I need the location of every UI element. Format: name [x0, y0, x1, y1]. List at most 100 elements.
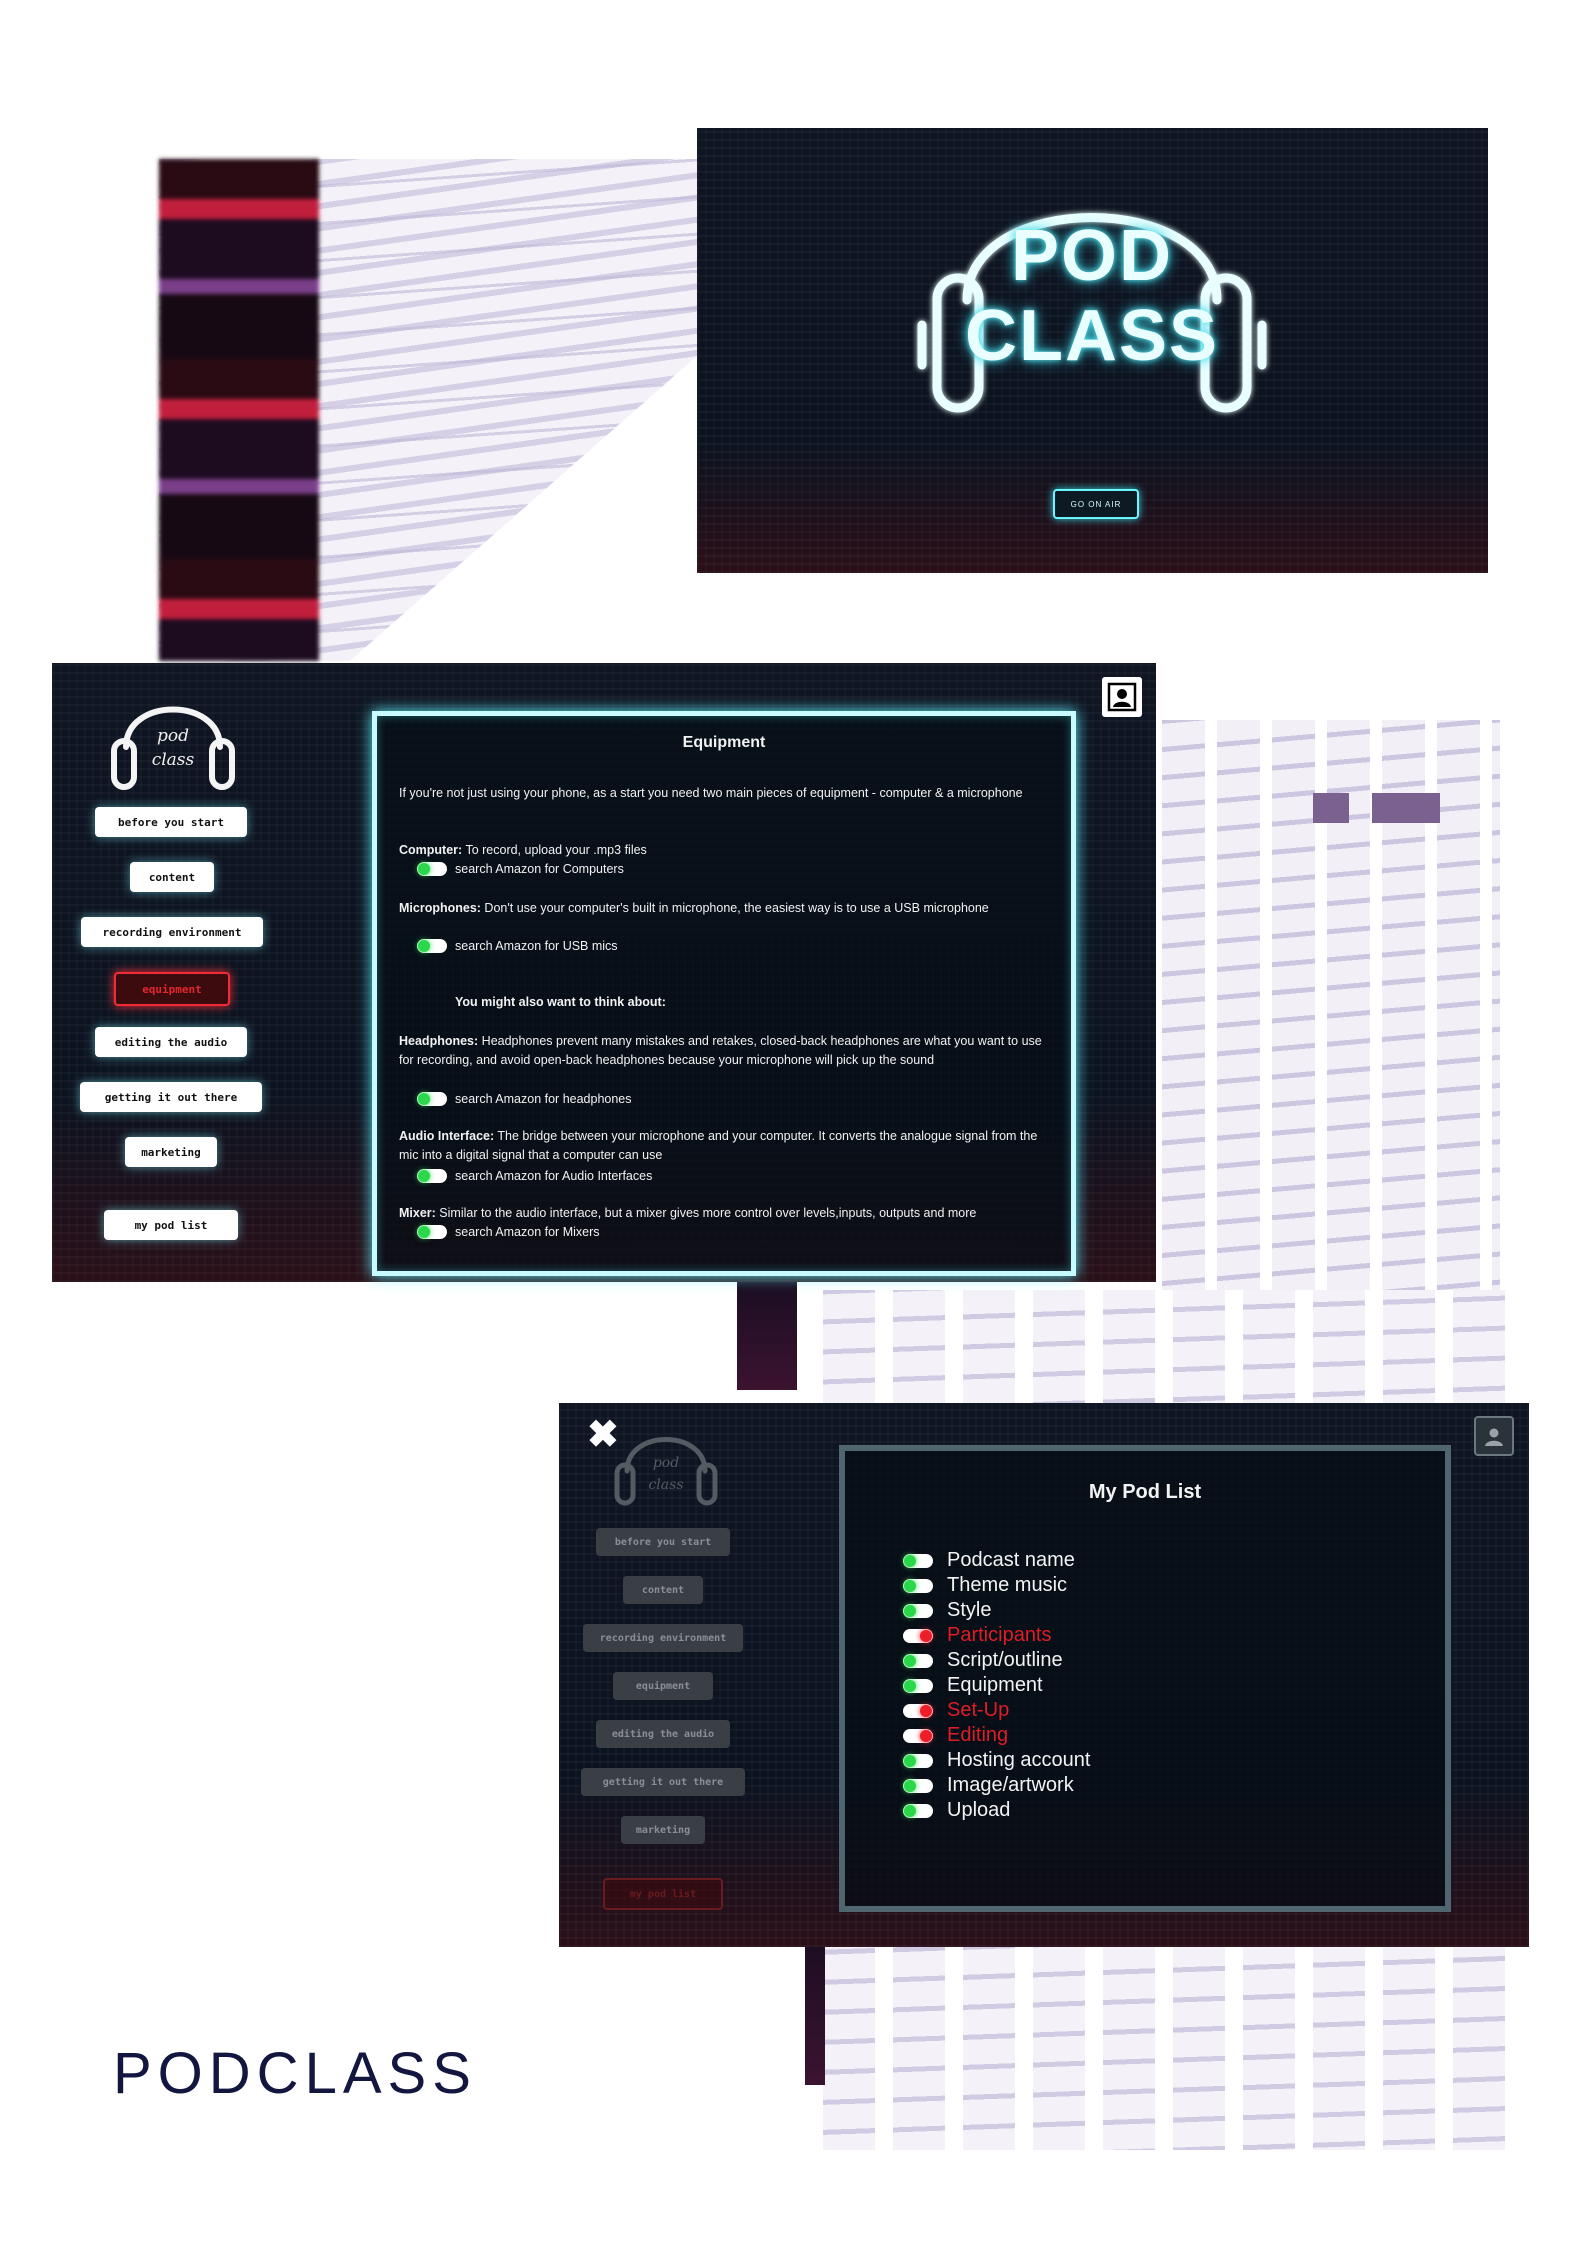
computer-text: Computer: To record, upload your .mp3 fi…: [399, 841, 1049, 860]
pod-list-item[interactable]: Participants: [903, 1624, 1052, 1647]
logo-text-line1: pod: [652, 1455, 680, 1471]
pod-list-item[interactable]: Equipment: [903, 1674, 1043, 1697]
pod-list-item[interactable]: Upload: [903, 1799, 1010, 1822]
toggle-switch[interactable]: [903, 1678, 933, 1693]
glitch-block: [1372, 793, 1440, 823]
toggle-label: search Amazon for Audio Interfaces: [455, 1169, 653, 1183]
pod-list-item[interactable]: Podcast name: [903, 1549, 1075, 1572]
user-icon: [1107, 682, 1137, 712]
glitch-strip: [737, 1280, 797, 1390]
pod-list-item[interactable]: Editing: [903, 1724, 1008, 1747]
pod-list-item[interactable]: Set-Up: [903, 1699, 1009, 1722]
interface-search-toggle[interactable]: search Amazon for Audio Interfaces: [417, 1167, 652, 1186]
computer-search-toggle[interactable]: search Amazon for Computers: [417, 860, 624, 879]
headphones-text: Headphones: Headphones prevent many mist…: [399, 1032, 1049, 1069]
toggle-switch[interactable]: [903, 1753, 933, 1768]
toggle-switch[interactable]: [903, 1603, 933, 1618]
nav-content[interactable]: content: [130, 862, 214, 892]
mixer-description: Similar to the audio interface, but a mi…: [435, 1206, 977, 1220]
pod-list-item[interactable]: Hosting account: [903, 1749, 1090, 1772]
user-profile-button[interactable]: [1474, 1416, 1514, 1456]
interface-label: Audio Interface:: [399, 1129, 495, 1143]
nav-getting-it-out-there[interactable]: getting it out there: [581, 1768, 745, 1796]
nav-content[interactable]: content: [623, 1576, 703, 1604]
pod-list-item[interactable]: Theme music: [903, 1574, 1067, 1597]
pod-list-item[interactable]: Image/artwork: [903, 1774, 1074, 1797]
logo-text-line2: CLASS: [964, 296, 1220, 376]
nav-editing-the-audio[interactable]: editing the audio: [596, 1720, 730, 1748]
toggle-switch[interactable]: [903, 1703, 933, 1718]
mics-label: Microphones:: [399, 901, 481, 915]
computer-description: To record, upload your .mp3 files: [462, 843, 647, 857]
pod-list-item[interactable]: Script/outline: [903, 1649, 1063, 1672]
toggle-switch[interactable]: [903, 1578, 933, 1593]
nav-before-you-start[interactable]: before you start: [596, 1528, 730, 1556]
toggle-label: search Amazon for Computers: [455, 862, 624, 876]
panel-title: Equipment: [682, 734, 766, 751]
toggle-label: search Amazon for Mixers: [455, 1225, 600, 1239]
pod-list-item-label: Editing: [947, 1724, 1009, 1746]
nav-marketing[interactable]: marketing: [621, 1816, 705, 1844]
user-icon: [1485, 1428, 1503, 1446]
toggle-switch[interactable]: [417, 1169, 447, 1184]
toggle-switch[interactable]: [417, 1225, 447, 1240]
toggle-label: search Amazon for USB mics: [455, 939, 618, 953]
pod-list-item-label: Theme music: [947, 1574, 1068, 1596]
toggle-switch[interactable]: [417, 1092, 447, 1107]
nav-my-pod-list[interactable]: my pod list: [603, 1878, 723, 1910]
pod-list-item-label: Equipment: [947, 1674, 1043, 1696]
interface-text: Audio Interface: The bridge between your…: [399, 1127, 1049, 1164]
pod-list-item-label: Participants: [947, 1624, 1052, 1646]
headphones-search-toggle[interactable]: search Amazon for headphones: [417, 1090, 632, 1109]
pod-list-item[interactable]: Style: [903, 1599, 991, 1622]
logo-text-line1: pod: [157, 726, 189, 746]
panel-title: My Pod List: [1088, 1481, 1202, 1503]
logo-text-line2: class: [648, 1477, 684, 1493]
logo-text-line1: POD: [1010, 216, 1174, 296]
pod-list-item-label: Image/artwork: [947, 1774, 1074, 1796]
toggle-switch[interactable]: [903, 1728, 933, 1743]
toggle-switch[interactable]: [417, 939, 447, 954]
nav-recording-environment[interactable]: recording environment: [583, 1624, 743, 1652]
nav-recording-environment[interactable]: recording environment: [81, 917, 263, 947]
toggle-switch[interactable]: [903, 1553, 933, 1568]
glitch-block: [1313, 793, 1349, 823]
mics-search-toggle[interactable]: search Amazon for USB mics: [417, 937, 618, 956]
nav-equipment[interactable]: equipment: [114, 972, 230, 1006]
nav-editing-the-audio[interactable]: editing the audio: [95, 1027, 247, 1057]
logo-text-line2: class: [151, 750, 195, 770]
toggle-switch[interactable]: [903, 1653, 933, 1668]
pod-list-item-label: Set-Up: [947, 1699, 1010, 1721]
toggle-switch[interactable]: [903, 1803, 933, 1818]
user-profile-button[interactable]: [1102, 677, 1142, 717]
go-on-air-button[interactable]: GO ON AIR: [1053, 489, 1139, 519]
nav-before-you-start[interactable]: before you start: [95, 807, 247, 837]
mixer-search-toggle[interactable]: search Amazon for Mixers: [417, 1223, 600, 1242]
nav-getting-it-out-there[interactable]: getting it out there: [80, 1082, 262, 1112]
also-heading: You might also want to think about:: [455, 995, 666, 1009]
my-pod-list-screen: ✖ pod class before you start content rec…: [559, 1403, 1529, 1947]
pod-list-item-label: Hosting account: [947, 1749, 1091, 1771]
nav-marketing[interactable]: marketing: [125, 1137, 217, 1167]
glitch-texture-dark: [159, 159, 319, 661]
nav-equipment[interactable]: equipment: [613, 1672, 713, 1700]
brand-wordmark: PODCLASS: [113, 2041, 477, 2106]
glitch-strip: [805, 1930, 825, 2085]
equipment-panel: Equipment If you're not just using your …: [372, 711, 1076, 1276]
computer-label: Computer:: [399, 843, 463, 857]
pod-list-item-label: Style: [947, 1599, 992, 1621]
intro-text: If you're not just using your phone, as …: [399, 786, 1023, 800]
interface-description: The bridge between your microphone and y…: [399, 1129, 1038, 1162]
mixer-label: Mixer:: [399, 1206, 436, 1220]
headphones-description: Headphones prevent many mistakes and ret…: [399, 1034, 1042, 1067]
toggle-switch[interactable]: [903, 1778, 933, 1793]
toggle-label: search Amazon for headphones: [455, 1092, 632, 1106]
pod-list-item-label: Upload: [947, 1799, 1011, 1821]
headphones-label: Headphones:: [399, 1034, 479, 1048]
mixer-text: Mixer: Similar to the audio interface, b…: [399, 1204, 1049, 1223]
pod-list-panel: My Pod List Podcast name Theme music Style…: [839, 1445, 1451, 1912]
nav-my-pod-list[interactable]: my pod list: [104, 1210, 238, 1240]
mics-description: Don't use your computer's built in micro…: [480, 901, 989, 915]
toggle-switch[interactable]: [417, 862, 447, 877]
toggle-switch[interactable]: [903, 1628, 933, 1643]
